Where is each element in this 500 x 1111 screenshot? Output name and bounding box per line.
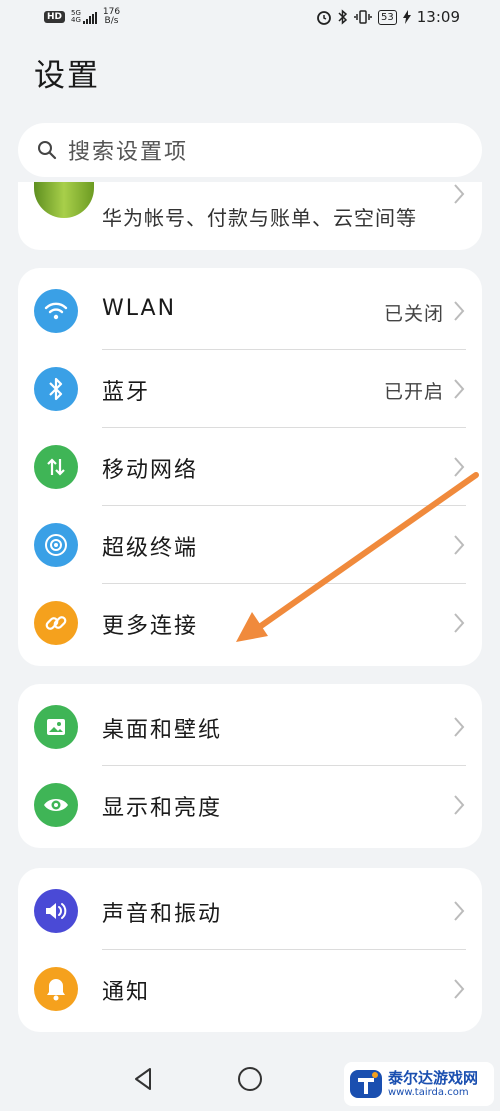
settings-row-wallpaper[interactable]: 桌面和壁纸 bbox=[18, 688, 482, 766]
settings-row-display-brightness[interactable]: 显示和亮度 bbox=[18, 766, 482, 844]
chevron-right-icon bbox=[454, 613, 465, 633]
watermark-name: 泰尔达游戏网 bbox=[388, 1069, 479, 1087]
settings-row-mobile-network[interactable]: 移动网络 bbox=[18, 428, 482, 506]
network-speed: 176 B/s bbox=[103, 8, 120, 26]
status-left: HD 5G 4G 176 B/s bbox=[44, 8, 120, 26]
row-label: 声音和振动 bbox=[102, 902, 223, 927]
page-title: 设置 bbox=[34, 58, 100, 94]
speaker-icon bbox=[34, 889, 78, 933]
chevron-right-icon bbox=[454, 901, 465, 921]
watermark: 泰尔达游戏网 www.tairda.com bbox=[344, 1062, 494, 1106]
status-right: 53 13:09 bbox=[316, 8, 460, 26]
row-label: 更多连接 bbox=[102, 614, 199, 639]
home-icon[interactable] bbox=[235, 1064, 265, 1094]
link-icon bbox=[34, 601, 78, 645]
settings-row-bluetooth[interactable]: 蓝牙 已开启 bbox=[18, 350, 482, 428]
network-speed-unit: B/s bbox=[104, 16, 119, 26]
battery-level: 53 bbox=[378, 9, 397, 25]
super-device-icon bbox=[34, 523, 78, 567]
settings-row-more-connections[interactable]: 更多连接 bbox=[18, 584, 482, 662]
bell-icon bbox=[34, 967, 78, 1011]
connectivity-card: WLAN 已关闭 蓝牙 已开启 移动网络 超级终端 更多连接 bbox=[18, 268, 482, 666]
sound-card: 声音和振动 通知 bbox=[18, 868, 482, 1032]
search-bar[interactable]: 搜索设置项 bbox=[18, 123, 482, 177]
signal-bars-icon bbox=[82, 12, 97, 24]
eye-icon bbox=[34, 783, 78, 827]
chevron-right-icon bbox=[454, 979, 465, 999]
chevron-right-icon bbox=[454, 184, 465, 204]
row-label: 移动网络 bbox=[102, 458, 199, 483]
watermark-logo-icon bbox=[350, 1070, 382, 1098]
row-label: 显示和亮度 bbox=[102, 796, 223, 821]
account-card[interactable]: 华为帐号、付款与账单、云空间等 bbox=[18, 182, 482, 250]
settings-row-super-device[interactable]: 超级终端 bbox=[18, 506, 482, 584]
alarm-icon bbox=[317, 11, 331, 25]
charging-icon bbox=[402, 10, 411, 24]
watermark-url: www.tairda.com bbox=[388, 1087, 469, 1098]
settings-row-wlan[interactable]: WLAN 已关闭 bbox=[18, 272, 482, 350]
status-bar: HD 5G 4G 176 B/s 53 13:09 bbox=[0, 0, 500, 36]
row-label: WLAN bbox=[102, 296, 177, 321]
bluetooth-icon bbox=[34, 367, 78, 411]
row-label: 超级终端 bbox=[102, 536, 199, 561]
hd-badge: HD bbox=[44, 11, 66, 23]
clock: 13:09 bbox=[416, 8, 460, 26]
avatar bbox=[34, 182, 94, 218]
chevron-right-icon bbox=[454, 457, 465, 477]
row-label: 通知 bbox=[102, 980, 151, 1005]
vibrate-icon bbox=[354, 10, 372, 24]
chevron-right-icon bbox=[454, 535, 465, 555]
search-input[interactable]: 搜索设置项 bbox=[68, 134, 188, 166]
display-card: 桌面和壁纸 显示和亮度 bbox=[18, 684, 482, 848]
signal-4g-label: 4G bbox=[71, 16, 81, 24]
row-value: 已关闭 bbox=[383, 303, 444, 325]
bluetooth-status-icon bbox=[338, 9, 348, 25]
row-label: 桌面和壁纸 bbox=[102, 718, 223, 743]
row-label: 蓝牙 bbox=[102, 380, 151, 405]
wallpaper-icon bbox=[34, 705, 78, 749]
settings-row-sound-vibration[interactable]: 声音和振动 bbox=[18, 872, 482, 950]
chevron-right-icon bbox=[454, 379, 465, 399]
search-icon bbox=[38, 141, 57, 160]
back-icon[interactable] bbox=[128, 1064, 158, 1094]
row-value: 已开启 bbox=[383, 381, 444, 403]
settings-row-notifications[interactable]: 通知 bbox=[18, 950, 482, 1028]
signal-indicator: 5G 4G bbox=[71, 10, 97, 24]
chevron-right-icon bbox=[454, 717, 465, 737]
chevron-right-icon bbox=[454, 301, 465, 321]
mobile-data-icon bbox=[34, 445, 78, 489]
chevron-right-icon bbox=[454, 795, 465, 815]
wifi-icon bbox=[34, 289, 78, 333]
account-subtitle: 华为帐号、付款与账单、云空间等 bbox=[102, 206, 417, 230]
